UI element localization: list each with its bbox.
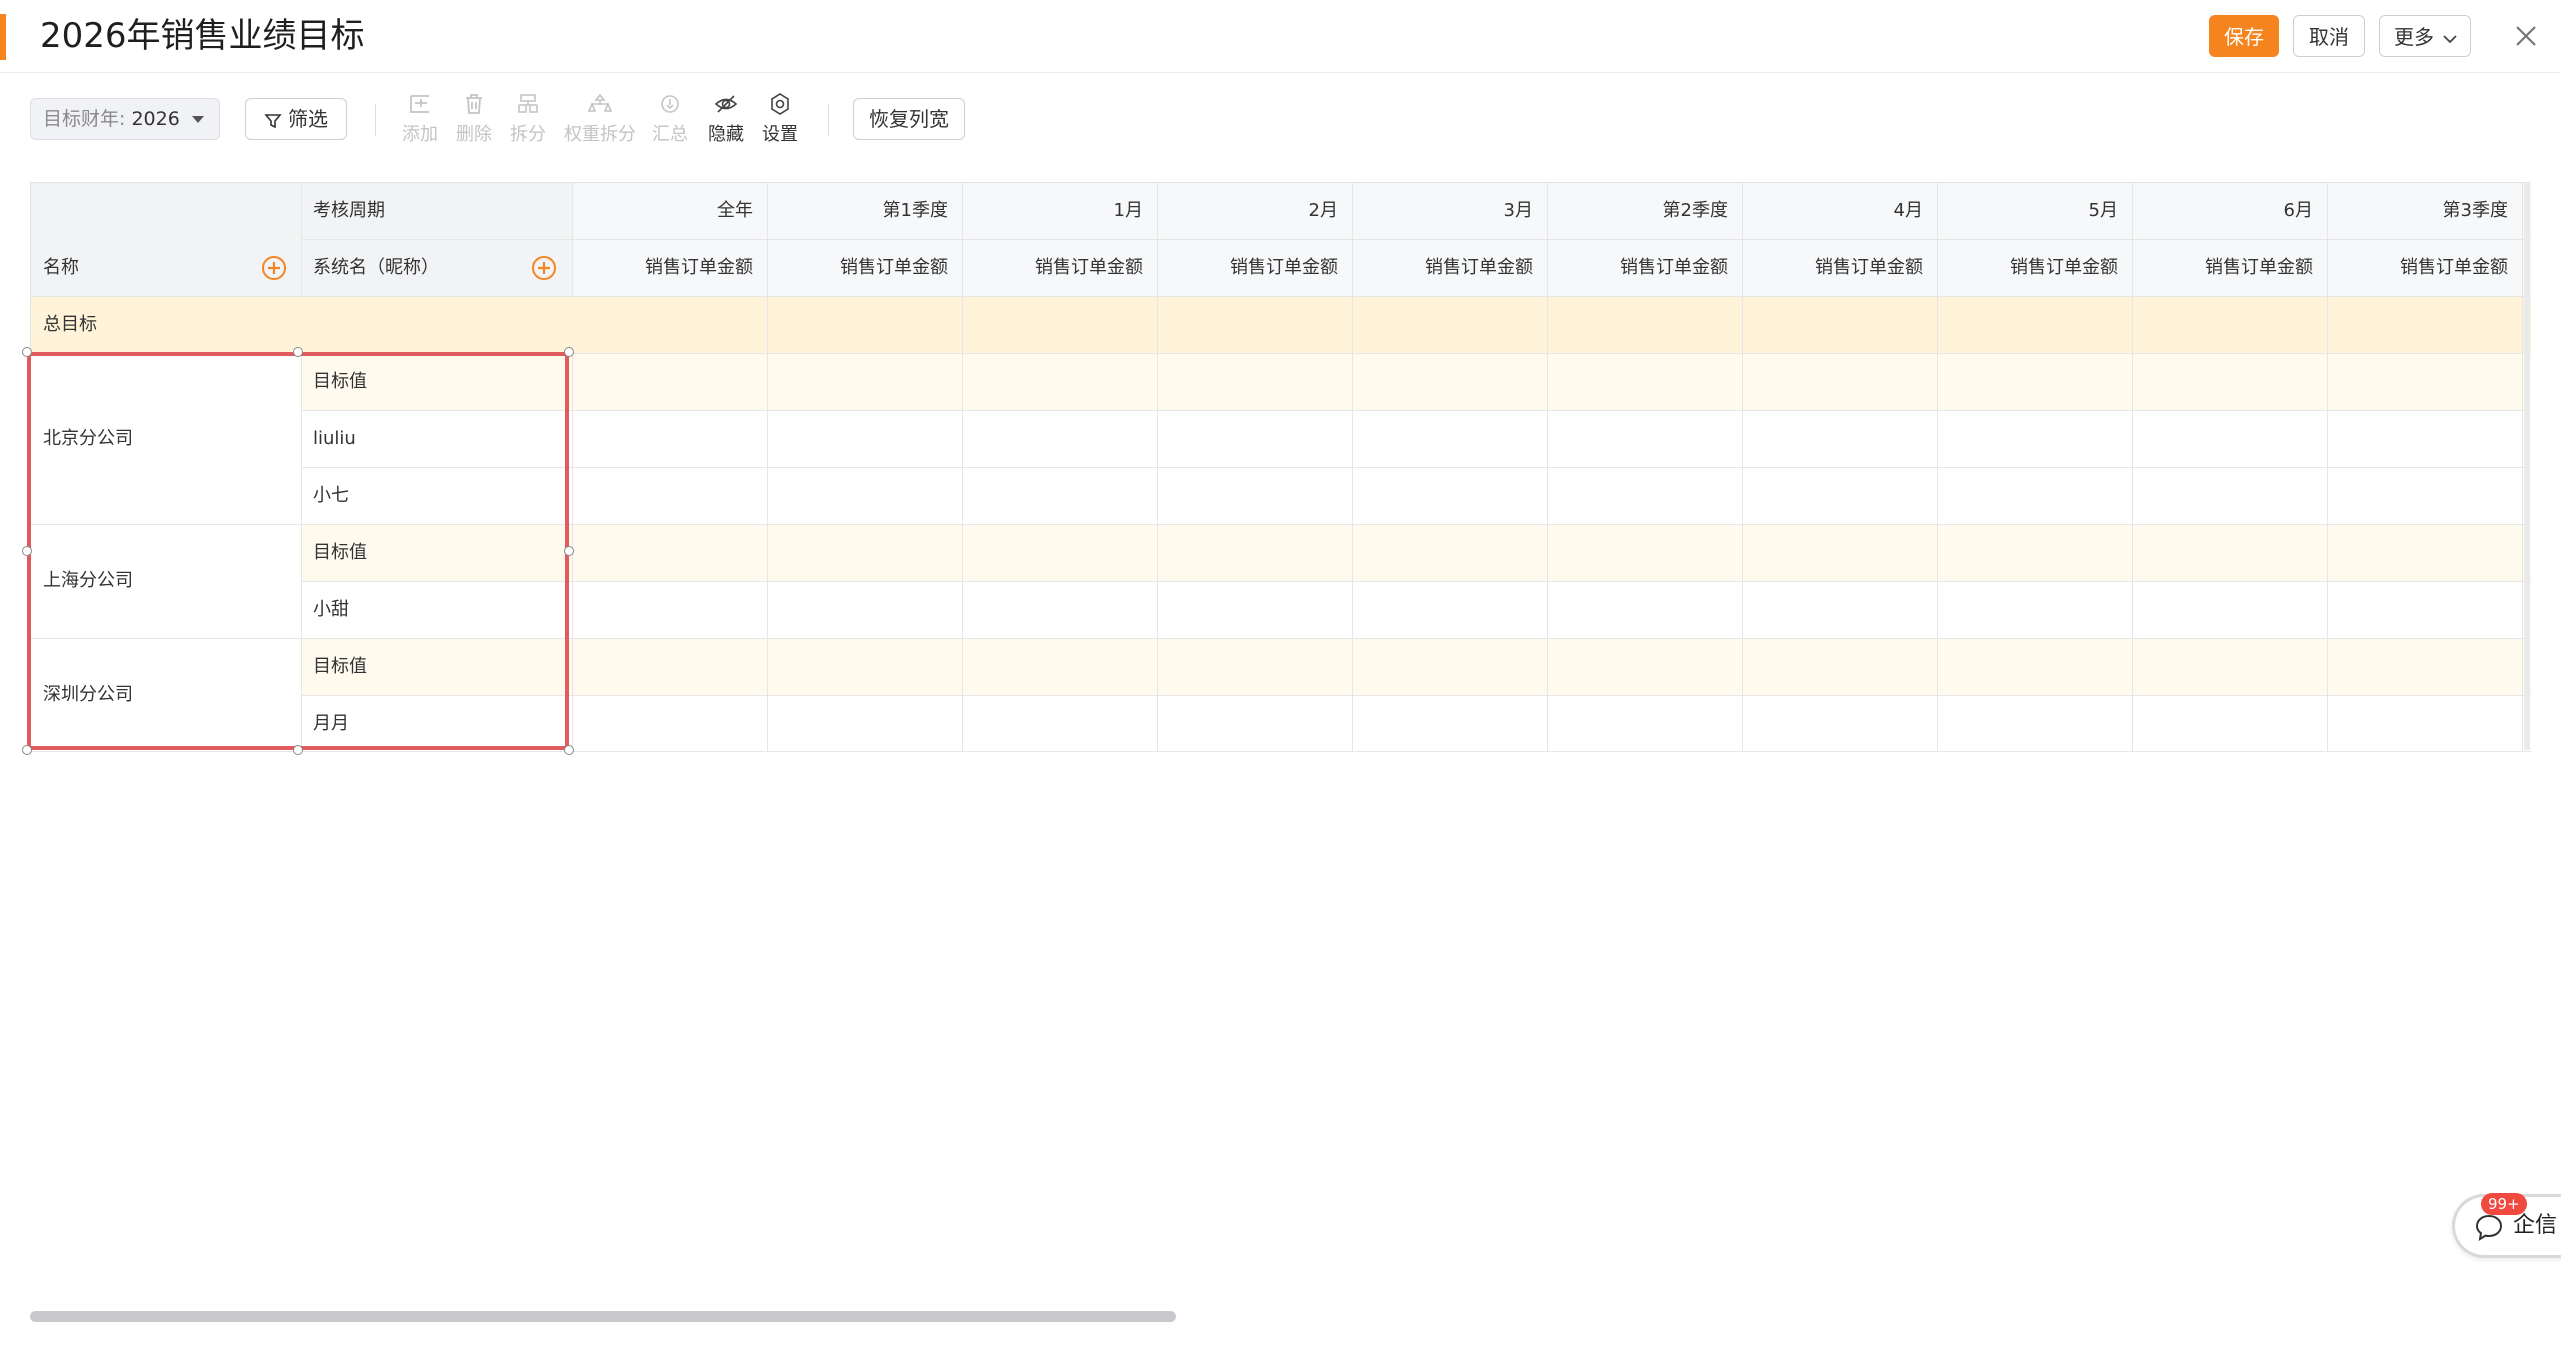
- split-tool[interactable]: 拆分: [506, 92, 550, 152]
- grid-line: [301, 581, 2531, 582]
- selection-handle[interactable]: [564, 745, 574, 755]
- total-target-label: 总目标: [43, 314, 97, 335]
- weight-split-icon: [587, 93, 613, 112]
- selection-box: [27, 352, 569, 750]
- name-header: 名称: [43, 257, 79, 278]
- settings-tool[interactable]: 设置: [758, 92, 802, 152]
- unread-badge: 99+: [2481, 1193, 2527, 1215]
- summary-icon: [661, 95, 679, 113]
- cancel-button[interactable]: 取消: [2293, 15, 2365, 57]
- metric-header-cell: 销售订单金额: [2010, 257, 2118, 278]
- dialog-header: 2026年销售业绩目标 保存 取消 更多: [0, 0, 2561, 73]
- metric-header-cell: 销售订单金额: [1815, 257, 1923, 278]
- toolbar-divider: [375, 104, 376, 136]
- period-header: 考核周期: [313, 200, 385, 221]
- horizontal-scrollbar[interactable]: [30, 1311, 1176, 1322]
- split-tool-label: 拆分: [510, 124, 546, 145]
- fiscal-year-label: 目标财年:: [43, 108, 126, 130]
- more-button[interactable]: 更多: [2379, 15, 2471, 57]
- metric-header-cell: 销售订单金额: [1620, 257, 1728, 278]
- period-header-cell: 2月: [1308, 200, 1338, 221]
- filter-label: 筛选: [288, 107, 328, 131]
- settings-tool-label: 设置: [762, 124, 798, 145]
- caret-down-icon: [191, 116, 204, 123]
- add-column-plus-icon[interactable]: [261, 255, 287, 281]
- selection-handle[interactable]: [564, 546, 574, 556]
- chat-bubble-icon: [2475, 1214, 2503, 1242]
- split-icon: [518, 94, 538, 113]
- grid-line: [31, 751, 2531, 752]
- delete-tool[interactable]: 删除: [452, 92, 496, 152]
- selection-handle[interactable]: [293, 347, 303, 357]
- add-row-icon: [410, 95, 429, 113]
- more-label: 更多: [2394, 25, 2434, 49]
- gear-icon: [771, 93, 789, 115]
- fiscal-year-value: 2026: [131, 108, 180, 130]
- title-accent-bar: [0, 14, 6, 60]
- system-name-header: 系统名（昵称）: [313, 257, 439, 278]
- period-header-cell: 第1季度: [882, 200, 948, 221]
- period-header-cell: 6月: [2283, 200, 2313, 221]
- toolbar: 目标财年: 2026 筛选 添加 删除 拆分 权重拆分 汇总 隐藏 设置 恢复列…: [0, 88, 2561, 156]
- fiscal-year-select[interactable]: 目标财年: 2026: [30, 98, 220, 140]
- weight-split-tool-label: 权重拆分: [564, 124, 636, 145]
- weight-split-tool[interactable]: 权重拆分: [562, 92, 638, 152]
- page-title: 2026年销售业绩目标: [40, 16, 365, 56]
- restore-column-width-button[interactable]: 恢复列宽: [853, 98, 965, 140]
- period-header-cell: 5月: [2088, 200, 2118, 221]
- selection-handle[interactable]: [22, 347, 32, 357]
- close-icon[interactable]: [2508, 18, 2544, 54]
- metric-header-cell: 销售订单金额: [840, 257, 948, 278]
- period-header-cell: 4月: [1893, 200, 1923, 221]
- table-scroll-edge: [2524, 182, 2530, 750]
- add-column-plus-icon[interactable]: [531, 255, 557, 281]
- grid-line: [301, 410, 2531, 411]
- metric-header-cell: 销售订单金额: [1425, 257, 1533, 278]
- metric-header-cell: 销售订单金额: [2205, 257, 2313, 278]
- period-header-cell: 全年: [717, 200, 753, 221]
- add-tool[interactable]: 添加: [398, 92, 442, 152]
- trash-icon: [466, 94, 482, 114]
- selection-handle[interactable]: [22, 745, 32, 755]
- filter-button[interactable]: 筛选: [245, 98, 347, 140]
- grid-line: [301, 467, 2531, 468]
- total-row-bg: [31, 297, 2531, 354]
- period-header-cell: 第2季度: [1662, 200, 1728, 221]
- grid-line: [301, 183, 302, 297]
- eye-off-icon: [714, 95, 738, 113]
- summary-tool-label: 汇总: [652, 124, 688, 145]
- period-header-cell: 3月: [1503, 200, 1533, 221]
- selection-handle[interactable]: [564, 347, 574, 357]
- selection-handle[interactable]: [293, 745, 303, 755]
- chevron-down-icon: [2443, 34, 2457, 43]
- add-tool-label: 添加: [402, 124, 438, 145]
- selection-handle[interactable]: [22, 546, 32, 556]
- save-button[interactable]: 保存: [2209, 15, 2279, 57]
- period-header-cell: 第3季度: [2442, 200, 2508, 221]
- chat-label: 企信: [2513, 1213, 2558, 1238]
- metric-header-cell: 销售订单金额: [2400, 257, 2508, 278]
- hide-tool-label: 隐藏: [708, 124, 744, 145]
- metric-header-cell: 销售订单金额: [645, 257, 753, 278]
- hide-tool[interactable]: 隐藏: [704, 92, 748, 152]
- metric-header-cell: 销售订单金额: [1230, 257, 1338, 278]
- toolbar-divider: [828, 104, 829, 136]
- grid-line: [301, 695, 2531, 696]
- chat-float-button[interactable]: 企信 99+: [2452, 1193, 2561, 1258]
- grid-line: [31, 296, 2531, 297]
- summary-tool[interactable]: 汇总: [648, 92, 692, 152]
- period-header-cell: 1月: [1113, 200, 1143, 221]
- delete-tool-label: 删除: [456, 124, 492, 145]
- filter-icon: [264, 113, 282, 128]
- grid-line: [2522, 183, 2523, 752]
- metric-header-cell: 销售订单金额: [1035, 257, 1143, 278]
